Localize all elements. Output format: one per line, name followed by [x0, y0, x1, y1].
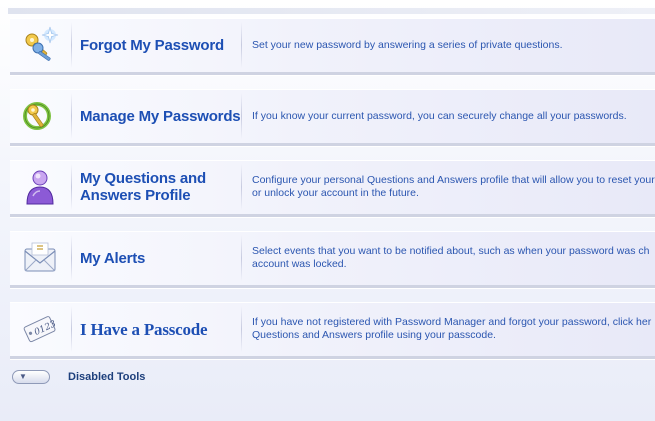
disabled-tools-section: ▼ Disabled Tools: [12, 366, 145, 388]
tools-list: Forgot My Password Set your new password…: [10, 14, 655, 373]
green-key-icon: [10, 89, 70, 143]
row-divider: [71, 306, 72, 352]
tool-description: If you have not registered with Password…: [252, 302, 655, 356]
tool-questions-answers-profile[interactable]: My Questions and Answers Profile Configu…: [10, 160, 655, 217]
row-divider: [241, 306, 242, 352]
tool-title[interactable]: Manage My Passwords: [80, 89, 248, 143]
passcode-tag-icon: 0123: [10, 302, 70, 356]
disabled-tools-label[interactable]: Disabled Tools: [68, 371, 145, 383]
description-line: Questions and Answers profile using your…: [252, 329, 496, 341]
tool-title[interactable]: I Have a Passcode: [80, 302, 248, 356]
title-line: Answers Profile: [80, 187, 191, 204]
title-line: My Questions and: [80, 170, 206, 187]
description-line: If you have not registered with Password…: [252, 316, 652, 328]
description-line: Configure your personal Questions and An…: [252, 174, 655, 186]
row-divider: [71, 22, 72, 68]
row-divider: [71, 235, 72, 281]
chevron-down-icon: ▼: [19, 372, 27, 381]
description-line: Select events that you want to be notifi…: [252, 245, 650, 257]
tool-title[interactable]: My Questions and Answers Profile: [80, 160, 248, 214]
tool-my-alerts[interactable]: My Alerts Select events that you want to…: [10, 231, 655, 288]
envelope-icon: [10, 231, 70, 285]
tool-description: Select events that you want to be notifi…: [252, 231, 655, 285]
tool-description: Configure your personal Questions and An…: [252, 160, 655, 214]
tool-description: Set your new password by answering a ser…: [252, 18, 655, 72]
tool-title[interactable]: Forgot My Password: [80, 18, 248, 72]
tool-title[interactable]: My Alerts: [80, 231, 248, 285]
tool-passcode[interactable]: 0123 I Have a Passcode If you have not r…: [10, 302, 655, 359]
description-line: If you know your current password, you c…: [252, 109, 627, 122]
row-divider: [71, 164, 72, 210]
keys-sparkle-icon: [10, 18, 70, 72]
description-line: Set your new password by answering a ser…: [252, 38, 563, 51]
row-divider: [71, 93, 72, 139]
user-profile-icon: [10, 160, 70, 214]
tool-manage-passwords[interactable]: Manage My Passwords If you know your cur…: [10, 89, 655, 146]
tool-description: If you know your current password, you c…: [252, 89, 655, 143]
description-line: account was locked.: [252, 258, 347, 270]
row-divider: [241, 164, 242, 210]
row-divider: [241, 93, 242, 139]
row-divider: [241, 235, 242, 281]
description-line: or unlock your account in the future.: [252, 187, 419, 199]
tool-forgot-password[interactable]: Forgot My Password Set your new password…: [10, 18, 655, 75]
row-divider: [241, 22, 242, 68]
expand-toggle-button[interactable]: ▼: [12, 370, 50, 384]
